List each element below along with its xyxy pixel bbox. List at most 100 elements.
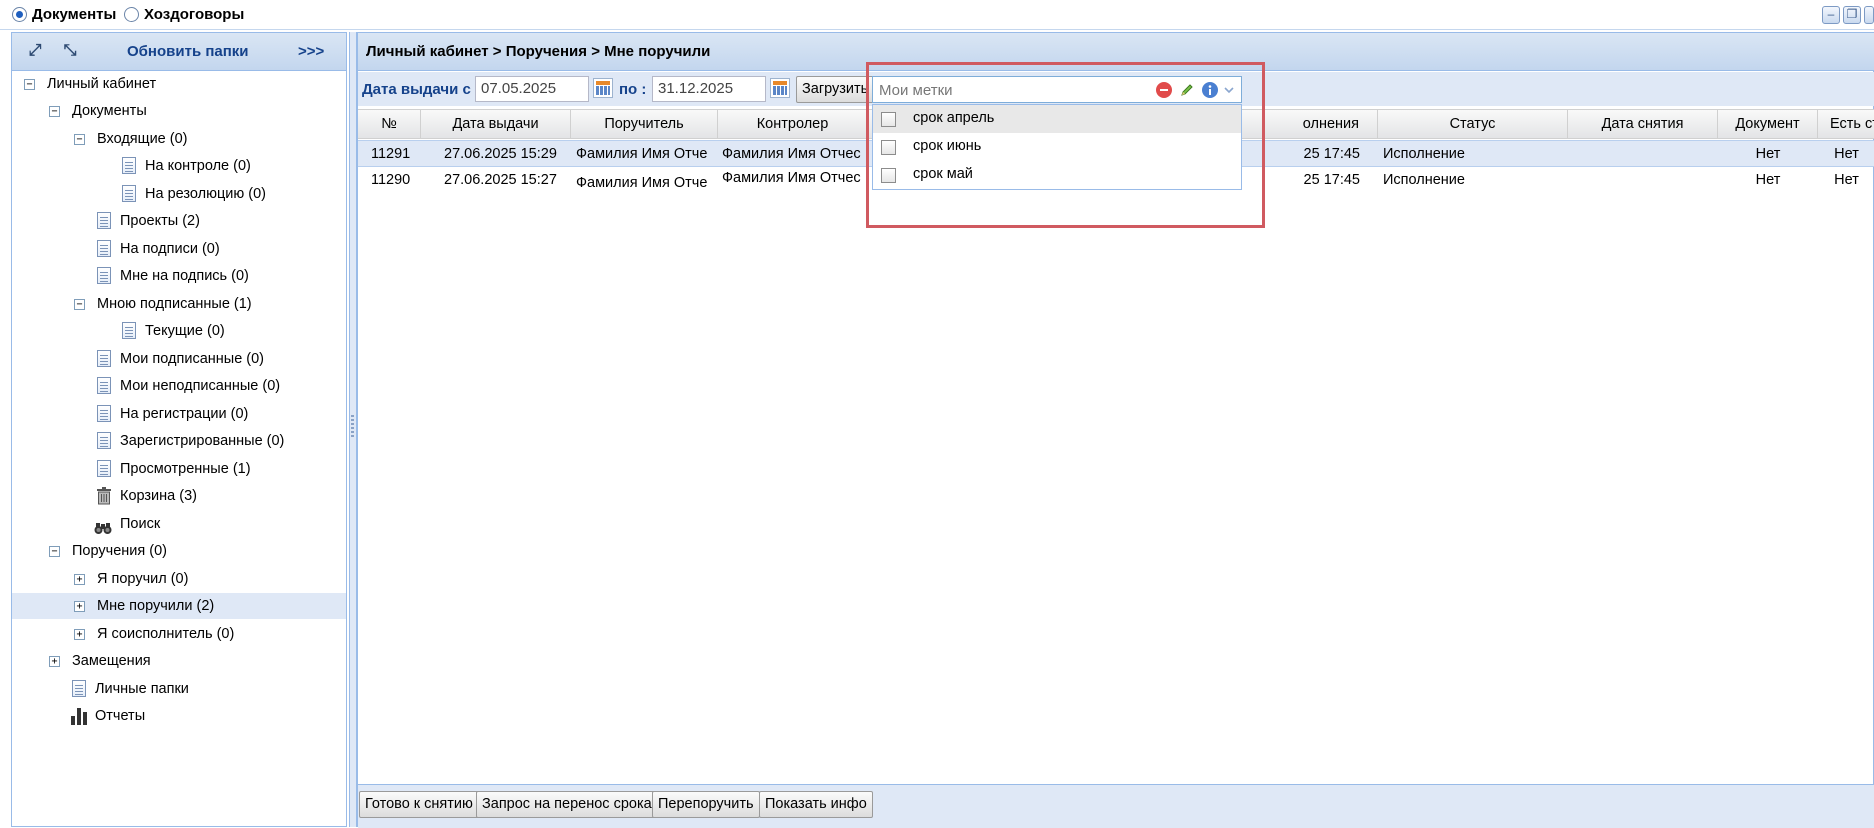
calendar-to-icon[interactable] bbox=[770, 78, 790, 98]
tree-item-projects[interactable]: Проекты (2) bbox=[12, 208, 346, 234]
radio-documents-indicator[interactable] bbox=[12, 7, 27, 22]
tree-item-label[interactable]: На резолюцию (0) bbox=[145, 181, 266, 207]
refresh-folders-button[interactable]: Обновить папки bbox=[127, 43, 249, 60]
tree-item-label[interactable]: Отчеты bbox=[95, 703, 145, 729]
tree-item-label[interactable]: Поиск bbox=[120, 511, 160, 537]
minimize-icon[interactable]: – bbox=[1822, 6, 1840, 24]
tree-item-current[interactable]: Текущие (0) bbox=[12, 318, 346, 344]
tree-item-label[interactable]: Мои подписанные (0) bbox=[120, 346, 264, 372]
col-issuer[interactable]: Поручитель bbox=[571, 110, 718, 139]
collapse-toggle-icon[interactable]: − bbox=[49, 546, 60, 557]
tree-item-personal-cabinet[interactable]: − Личный кабинет bbox=[12, 71, 346, 97]
tree-item-label[interactable]: Проекты (2) bbox=[120, 208, 200, 234]
expand-toggle-icon[interactable]: + bbox=[74, 574, 85, 585]
tree-item-co-executor[interactable]: + Я соисполнитель (0) bbox=[12, 621, 346, 647]
date-to-input[interactable]: 31.12.2025 bbox=[652, 76, 766, 102]
tree-item-personal-folders[interactable]: Личные папки bbox=[12, 676, 346, 702]
document-icon bbox=[97, 460, 111, 477]
col-number[interactable]: № bbox=[358, 110, 421, 139]
radio-contracts-indicator[interactable] bbox=[124, 7, 139, 22]
tree-item-label[interactable]: Мне на подпись (0) bbox=[120, 263, 249, 289]
splitter-grip-icon[interactable] bbox=[351, 415, 354, 439]
tree-item-assignments[interactable]: − Поручения (0) bbox=[12, 538, 346, 564]
deadline-transfer-request-button[interactable]: Запрос на перенос срока bbox=[476, 791, 658, 818]
tree-item-label[interactable]: Корзина (3) bbox=[120, 483, 197, 509]
col-issue-date[interactable]: Дата выдачи bbox=[421, 110, 571, 139]
radio-contracts[interactable]: Хоздоговоры bbox=[124, 6, 244, 23]
reassign-button[interactable]: Перепоручить bbox=[652, 791, 760, 818]
tree-item-documents[interactable]: − Документы bbox=[12, 98, 346, 124]
tree-item-label[interactable]: Зарегистрированные (0) bbox=[120, 428, 284, 454]
cell-status: Исполнение bbox=[1383, 146, 1465, 162]
tree-item-on-control[interactable]: На контроле (0) bbox=[12, 153, 346, 179]
collapse-toggle-icon[interactable]: − bbox=[74, 134, 85, 145]
close-icon[interactable] bbox=[1864, 6, 1874, 24]
tree-item-label[interactable]: Личные папки bbox=[95, 676, 189, 702]
tree-item-i-assigned[interactable]: + Я поручил (0) bbox=[12, 566, 346, 592]
expand-all-icon[interactable]: ⤢ bbox=[26, 42, 44, 60]
date-to-label: по : bbox=[619, 81, 647, 98]
col-has-senior[interactable]: Есть старшее? bbox=[1818, 110, 1874, 139]
tree-item-label[interactable]: Мною подписанные (1) bbox=[97, 291, 252, 317]
cell-issuer: Фамилия Имя Отче bbox=[576, 175, 708, 191]
document-icon bbox=[97, 405, 111, 422]
tree-item-label[interactable]: Текущие (0) bbox=[145, 318, 225, 344]
tree-item-viewed[interactable]: Просмотренные (1) bbox=[12, 456, 346, 482]
load-button[interactable]: Загрузить bbox=[796, 76, 875, 103]
tree-item-label[interactable]: Замещения bbox=[72, 648, 151, 674]
radio-documents[interactable]: Документы bbox=[12, 6, 116, 23]
radio-documents-label[interactable]: Документы bbox=[32, 6, 116, 23]
show-info-button[interactable]: Показать инфо bbox=[759, 791, 873, 818]
tree-item-label[interactable]: Поручения (0) bbox=[72, 538, 167, 564]
folders-panel: ⤢ ⤡ Обновить папки >>> − Личный кабинет … bbox=[11, 32, 347, 827]
col-status[interactable]: Статус bbox=[1378, 110, 1568, 139]
top-bar: Документы Хоздоговоры – ❐ bbox=[0, 0, 1874, 30]
radio-contracts-label[interactable]: Хоздоговоры bbox=[144, 6, 244, 23]
restore-icon[interactable]: ❐ bbox=[1843, 6, 1861, 24]
collapse-all-icon[interactable]: ⤡ bbox=[61, 42, 79, 60]
tree-item-reports[interactable]: Отчеты bbox=[12, 703, 346, 729]
tree-item-label[interactable]: Я поручил (0) bbox=[97, 566, 188, 592]
document-icon bbox=[122, 185, 136, 202]
cell-number: 11291 bbox=[371, 146, 411, 162]
expand-toggle-icon[interactable]: + bbox=[49, 656, 60, 667]
tree-item-search[interactable]: Поиск bbox=[12, 511, 346, 537]
tree-item-substitutions[interactable]: + Замещения bbox=[12, 648, 346, 674]
tree-item-my-unsigned[interactable]: Мои неподписанные (0) bbox=[12, 373, 346, 399]
tree-item-assigned-to-me[interactable]: + Мне поручили (2) bbox=[12, 593, 346, 619]
document-icon bbox=[122, 322, 136, 339]
collapse-toggle-icon[interactable]: − bbox=[74, 299, 85, 310]
ready-to-remove-button[interactable]: Готово к снятию bbox=[359, 791, 479, 818]
col-removal-date[interactable]: Дата снятия bbox=[1568, 110, 1718, 139]
tree-item-label[interactable]: На подписи (0) bbox=[120, 236, 220, 262]
document-icon bbox=[72, 680, 86, 697]
tree-item-label[interactable]: Мне поручили (2) bbox=[97, 593, 214, 619]
col-controller[interactable]: Контролер bbox=[718, 110, 868, 139]
tree-item-my-signed[interactable]: Мои подписанные (0) bbox=[12, 346, 346, 372]
expand-panel-button[interactable]: >>> bbox=[298, 43, 324, 60]
expand-toggle-icon[interactable]: + bbox=[74, 629, 85, 640]
tree-item-label[interactable]: Документы bbox=[72, 98, 147, 124]
tree-item-incoming[interactable]: − Входящие (0) bbox=[12, 126, 346, 152]
bar-chart-icon bbox=[70, 707, 90, 725]
tree-item-label[interactable]: Мои неподписанные (0) bbox=[120, 373, 280, 399]
date-from-input[interactable]: 07.05.2025 bbox=[475, 76, 589, 102]
collapse-toggle-icon[interactable]: − bbox=[24, 79, 35, 90]
tree-item-label[interactable]: На регистрации (0) bbox=[120, 401, 248, 427]
tree-item-label[interactable]: На контроле (0) bbox=[145, 153, 251, 179]
tree-item-for-my-signature[interactable]: Мне на подпись (0) bbox=[12, 263, 346, 289]
tree-item-trash[interactable]: Корзина (3) bbox=[12, 483, 346, 509]
tree-item-on-signing[interactable]: На подписи (0) bbox=[12, 236, 346, 262]
expand-toggle-icon[interactable]: + bbox=[74, 601, 85, 612]
tree-item-for-resolution[interactable]: На резолюцию (0) bbox=[12, 181, 346, 207]
collapse-toggle-icon[interactable]: − bbox=[49, 106, 60, 117]
tree-item-on-registration[interactable]: На регистрации (0) bbox=[12, 401, 346, 427]
tree-item-signed-by-me[interactable]: − Мною подписанные (1) bbox=[12, 291, 346, 317]
tree-item-label[interactable]: Я соисполнитель (0) bbox=[97, 621, 234, 647]
tree-item-label[interactable]: Просмотренные (1) bbox=[120, 456, 251, 482]
tree-item-registered[interactable]: Зарегистрированные (0) bbox=[12, 428, 346, 454]
tree-item-label[interactable]: Личный кабинет bbox=[47, 71, 156, 97]
col-document[interactable]: Документ bbox=[1718, 110, 1818, 139]
tree-item-label[interactable]: Входящие (0) bbox=[97, 126, 188, 152]
calendar-from-icon[interactable] bbox=[593, 78, 613, 98]
